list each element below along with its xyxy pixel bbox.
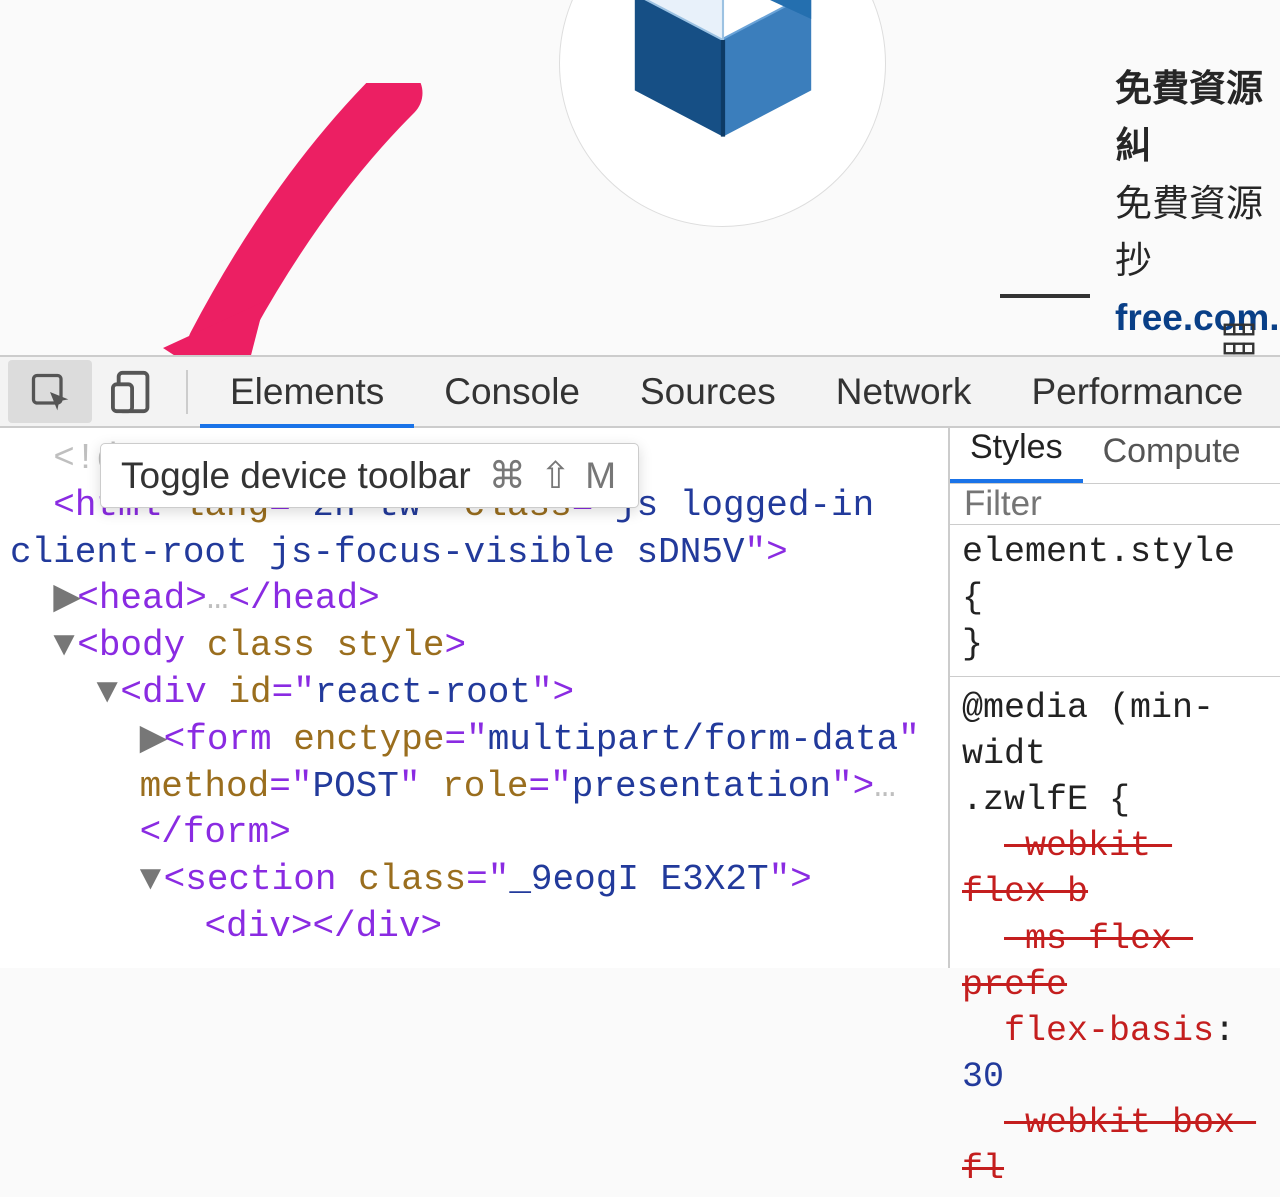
- profile-info: 免費資源糾 免費資源抄 free.com.: [1115, 60, 1280, 347]
- inspect-element-icon[interactable]: [8, 360, 92, 423]
- element-style-close: }: [962, 621, 1268, 667]
- selector: .zwlfE {: [962, 777, 1268, 823]
- val-enctype: multipart/form-data: [488, 719, 898, 760]
- elements-dom-tree[interactable]: <!d <html lang="zh-tw" class="js logged-…: [0, 428, 948, 968]
- val-method: POST: [312, 766, 398, 807]
- attr-class3: class: [358, 859, 466, 900]
- styles-filter-input[interactable]: [964, 484, 1266, 524]
- tab-indicator: [1000, 294, 1090, 298]
- val-sectionclass: _9eogI E3X2T: [509, 859, 768, 900]
- toolbar-separator: [186, 370, 188, 414]
- prop3-name: flex-basis: [1004, 1011, 1214, 1051]
- tab-performance[interactable]: Performance: [1001, 357, 1273, 426]
- attr-method: method: [140, 766, 270, 807]
- styles-tabs: Styles Compute: [950, 428, 1280, 484]
- tab-sources[interactable]: Sources: [610, 357, 806, 426]
- attr-enctype: enctype: [293, 719, 444, 760]
- tooltip-toggle-device: Toggle device toolbar ⌘ ⇧ M: [100, 443, 639, 508]
- grid-icon[interactable]: [1220, 320, 1258, 358]
- devtools-tabs: Elements Console Sources Network Perform…: [200, 357, 1273, 426]
- element-style-open: element.style {: [962, 529, 1268, 621]
- styles-rules[interactable]: element.style { } @media (min-widt .zwlf…: [950, 525, 1280, 1197]
- val-role: presentation: [572, 766, 831, 807]
- profile-subtitle: 免費資源抄: [1115, 175, 1280, 290]
- attr-id: id: [228, 672, 271, 713]
- tab-network[interactable]: Network: [806, 357, 1002, 426]
- styles-tab-computed[interactable]: Compute: [1083, 432, 1261, 483]
- attr-class2: class: [207, 625, 315, 666]
- tab-elements[interactable]: Elements: [200, 357, 414, 426]
- tab-console[interactable]: Console: [414, 357, 610, 426]
- tooltip-label: Toggle device toolbar: [121, 455, 471, 497]
- attr-role: role: [442, 766, 528, 807]
- prop1: -webkit-flex-b: [962, 826, 1172, 912]
- page-content-area: 免費資源糾 免費資源抄 free.com.: [0, 0, 1280, 360]
- attr-style: style: [336, 625, 444, 666]
- profile-avatar[interactable]: [559, 0, 886, 227]
- cube-logo-icon: [618, 0, 828, 145]
- empty-div: <div></div>: [204, 906, 442, 947]
- close-form: </form>: [140, 812, 291, 853]
- val-react-root: react-root: [315, 672, 531, 713]
- prop2: -ms-flex-prefe: [962, 919, 1193, 1005]
- profile-title: 免費資源糾: [1115, 60, 1280, 175]
- class-cont: client-root js-focus-visible sDN5V: [10, 532, 745, 573]
- styles-pane: Styles Compute element.style { } @media …: [948, 428, 1280, 968]
- prop4: -webkit-box-fl: [962, 1103, 1256, 1189]
- media-query: @media (min-widt: [962, 685, 1268, 777]
- tooltip-shortcut: ⌘ ⇧ M: [489, 454, 618, 497]
- attr-class: js logged-in: [615, 485, 896, 526]
- prop3-val: 30: [962, 1057, 1004, 1097]
- devtools-toolbar: Elements Console Sources Network Perform…: [0, 355, 1280, 428]
- toggle-device-toolbar-icon[interactable]: [92, 360, 176, 423]
- styles-filter-row: [950, 484, 1280, 525]
- styles-tab-styles[interactable]: Styles: [950, 428, 1083, 483]
